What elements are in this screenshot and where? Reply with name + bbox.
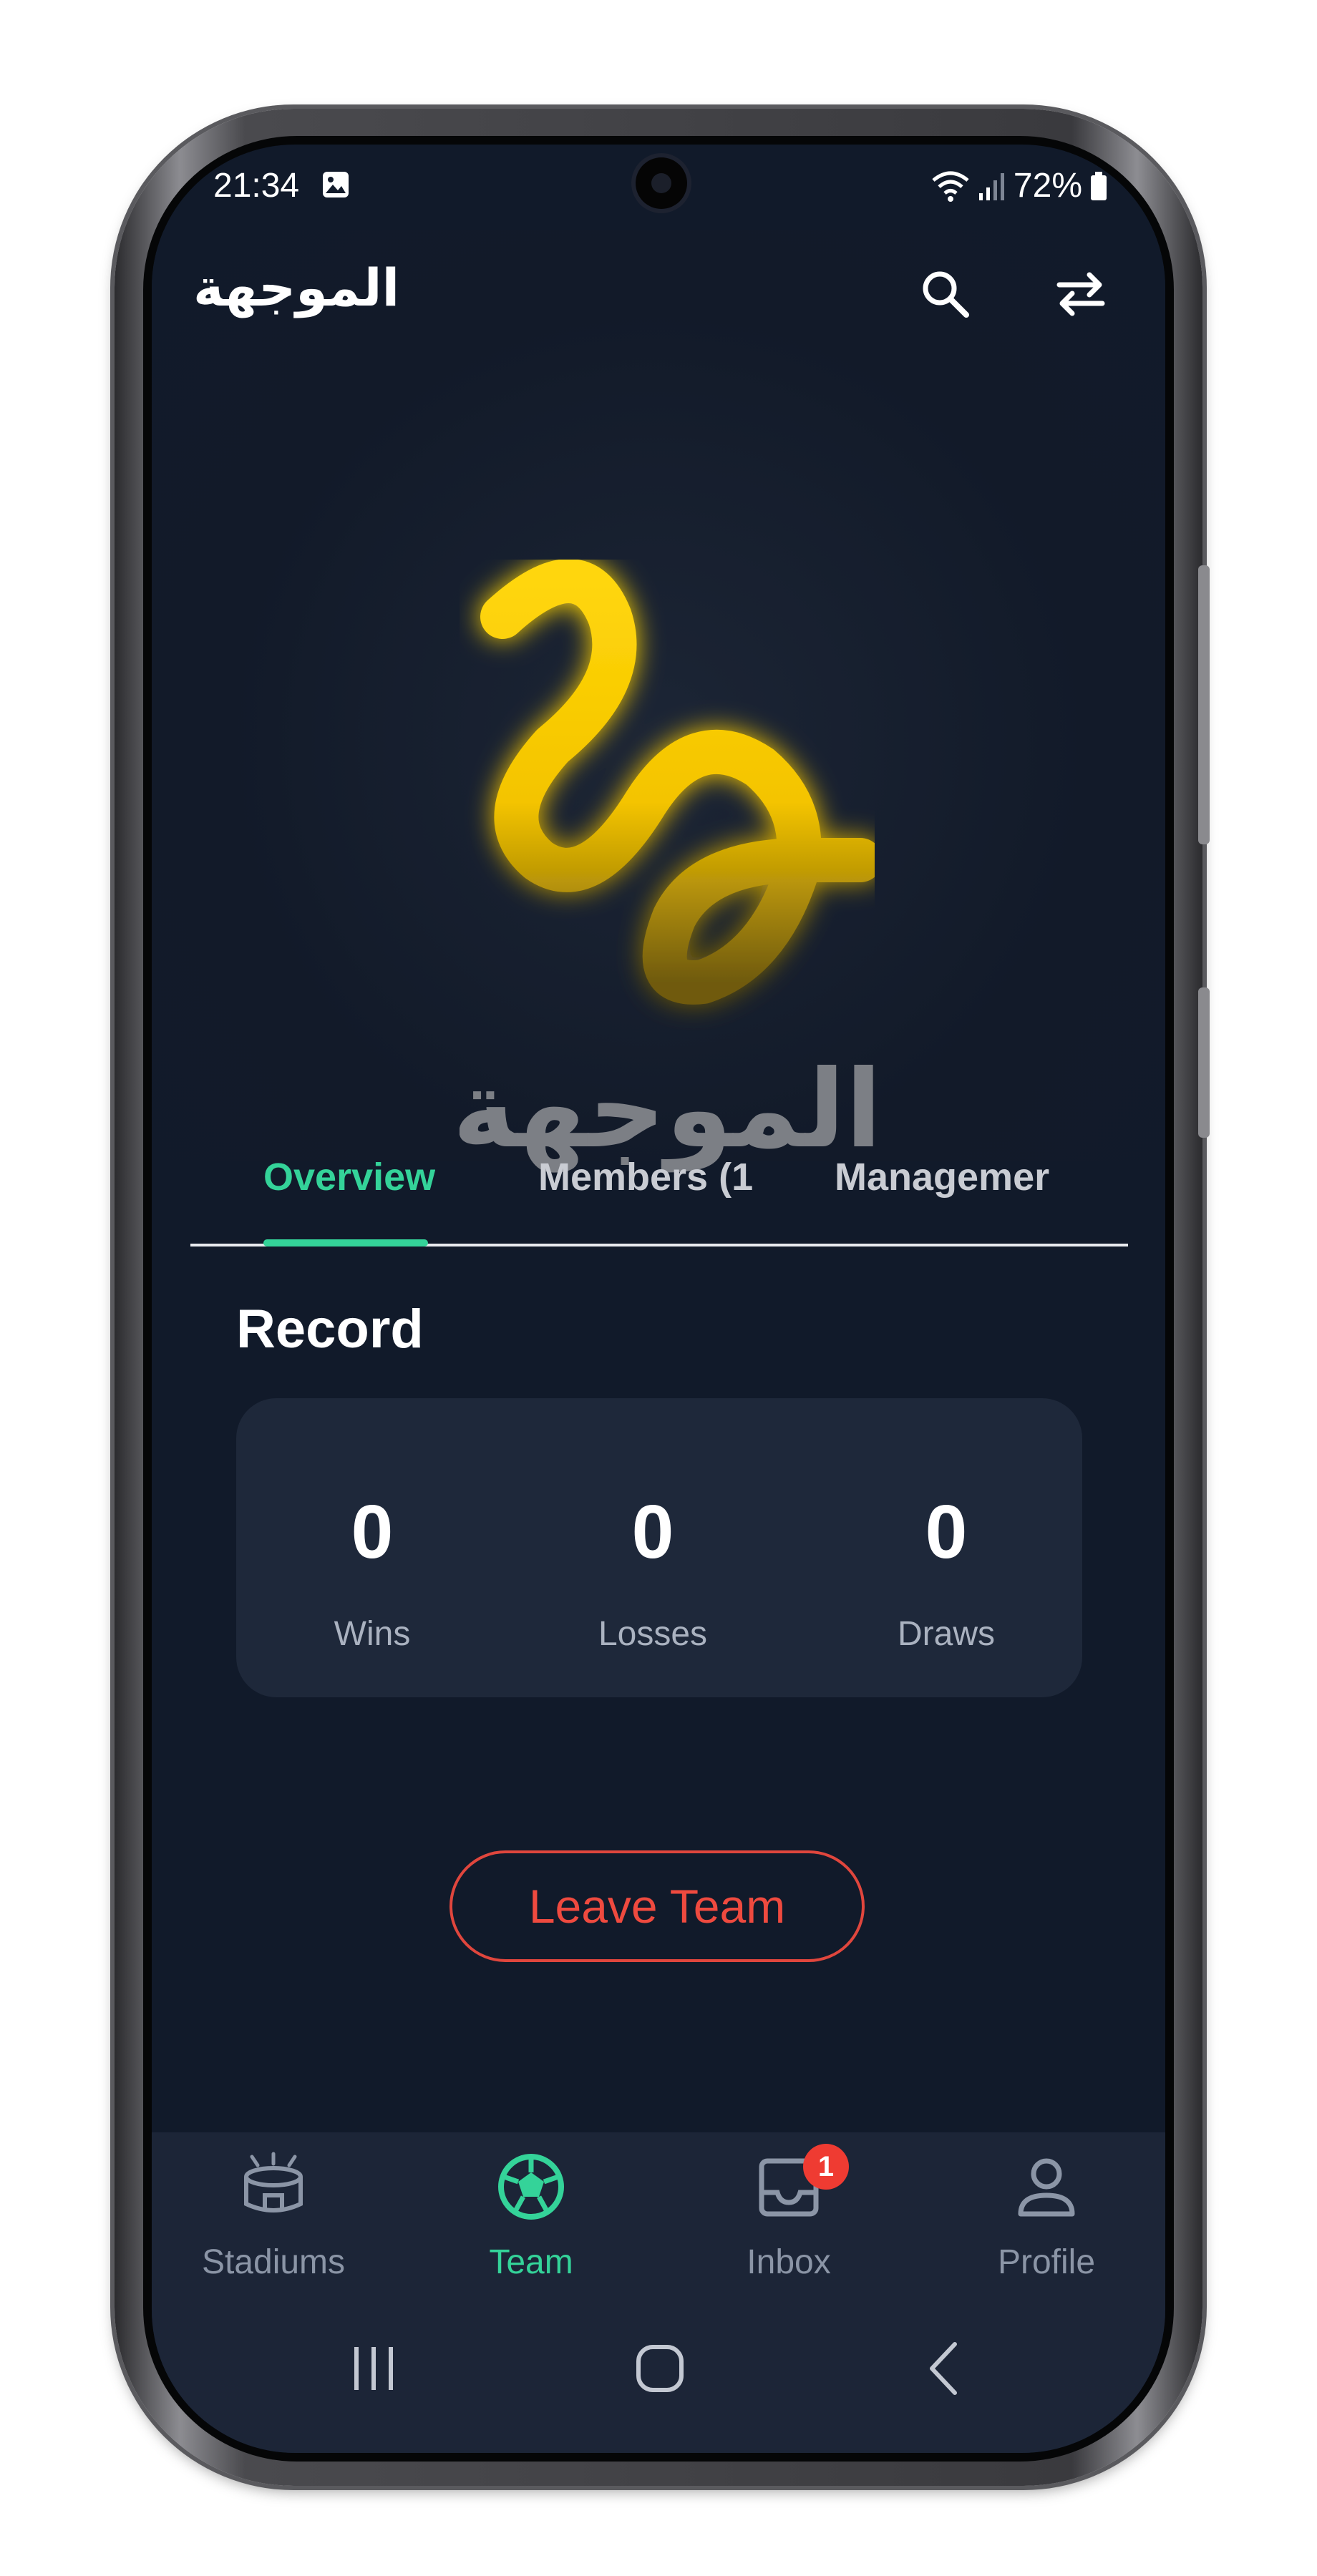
- system-navigation-bar: [152, 2290, 1165, 2433]
- wins-value: 0: [351, 1490, 394, 1574]
- nav-item-profile[interactable]: Profile: [961, 2151, 1132, 2294]
- tab-management[interactable]: Managemer: [835, 1155, 1056, 1199]
- nav-label-inbox: Inbox: [747, 2243, 831, 2281]
- soccer-ball-icon: [498, 2154, 564, 2220]
- status-bar: 21:34 72%: [152, 145, 1165, 230]
- losses-label: Losses: [598, 1615, 708, 1653]
- team-tabs: Overview Members (1 Managemer: [190, 1132, 1128, 1254]
- signal-icon: [978, 172, 1004, 200]
- volume-button: [1198, 565, 1210, 844]
- screen: 21:34 72% الموجهة الموجهة Overview Membe…: [152, 145, 1165, 2453]
- nav-item-inbox[interactable]: 1 Inbox: [703, 2144, 875, 2294]
- back-icon[interactable]: [910, 2333, 982, 2404]
- gallery-notification-icon: [323, 172, 349, 197]
- stadium-icon: [244, 2152, 303, 2212]
- front-camera: [636, 157, 687, 209]
- team-name-title: الموجهة: [193, 258, 400, 318]
- draws-label: Draws: [897, 1615, 995, 1653]
- record-card: 0 Wins 0 Losses 0 Draws: [236, 1398, 1082, 1697]
- nav-label-profile: Profile: [997, 2243, 1096, 2281]
- power-button: [1198, 987, 1210, 1138]
- wins-label: Wins: [334, 1615, 411, 1653]
- status-time: 21:34: [213, 167, 300, 205]
- nav-label-stadiums: Stadiums: [201, 2243, 346, 2281]
- home-icon[interactable]: [624, 2333, 696, 2404]
- tab-members[interactable]: Members (1: [538, 1155, 753, 1199]
- status-icons: 72%: [930, 166, 1108, 205]
- tab-active-indicator: [263, 1239, 428, 1246]
- battery-percent: 72%: [1013, 167, 1082, 205]
- stat-losses: 0 Losses: [545, 1398, 760, 1697]
- nav-item-stadiums[interactable]: Stadiums: [188, 2151, 359, 2294]
- profile-icon: [1018, 2158, 1075, 2217]
- nav-label-team: Team: [489, 2243, 573, 2281]
- draws-value: 0: [925, 1490, 968, 1574]
- swap-icon[interactable]: [1052, 265, 1109, 322]
- stat-wins: 0 Wins: [265, 1398, 480, 1697]
- inbox-badge: 1: [803, 2144, 849, 2190]
- tab-overview[interactable]: Overview: [263, 1155, 435, 1199]
- battery-icon: [1091, 171, 1107, 200]
- losses-value: 0: [631, 1490, 674, 1574]
- nav-item-team[interactable]: Team: [445, 2151, 617, 2294]
- search-icon[interactable]: [916, 265, 973, 322]
- logo-squiggle: [480, 560, 875, 1005]
- record-title: Record: [236, 1299, 424, 1360]
- stat-draws: 0 Draws: [839, 1398, 1054, 1697]
- leave-team-button[interactable]: Leave Team: [449, 1850, 865, 1962]
- wifi-icon: [932, 171, 969, 202]
- recent-apps-icon[interactable]: [338, 2333, 409, 2404]
